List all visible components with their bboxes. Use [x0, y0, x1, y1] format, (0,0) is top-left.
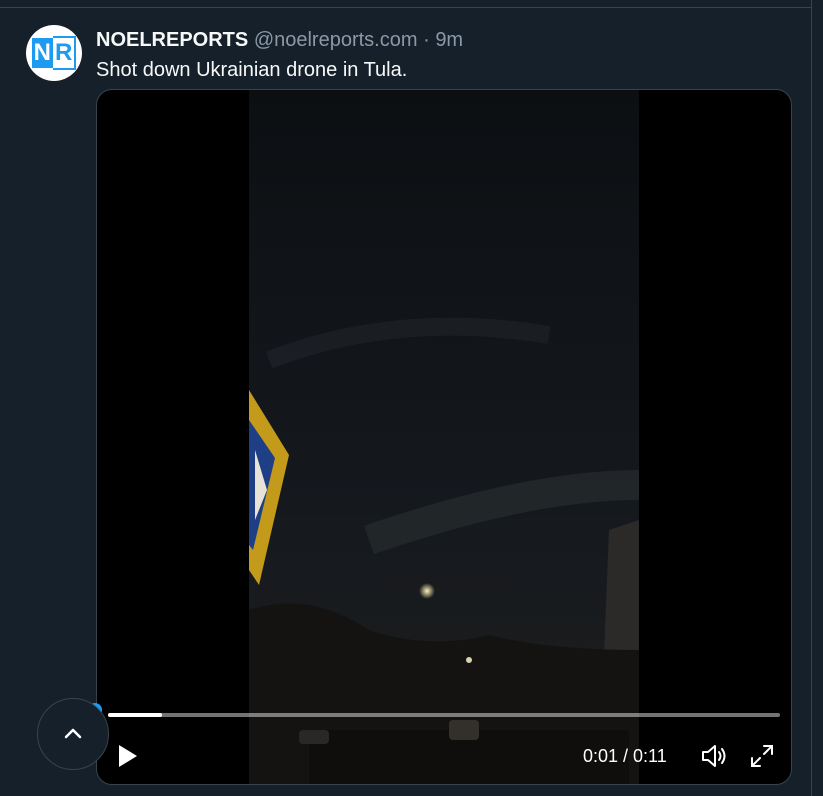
- video-frame-image: [249, 90, 639, 784]
- play-icon: [119, 745, 137, 767]
- progress-fill: [108, 713, 162, 717]
- fullscreen-icon: [751, 745, 773, 767]
- top-divider: [0, 0, 812, 8]
- post-time[interactable]: 9m: [435, 29, 463, 51]
- video-frame: [249, 90, 639, 784]
- author-name[interactable]: NOELREPORTS: [96, 29, 248, 51]
- play-button[interactable]: [113, 742, 141, 770]
- fullscreen-button[interactable]: [749, 743, 775, 769]
- avatar-logo-n: N: [31, 38, 53, 68]
- chevron-up-icon: [64, 728, 82, 739]
- tweet-text: Shot down Ukrainian drone in Tula.: [96, 59, 408, 81]
- avatar-logo-r: R: [53, 36, 77, 70]
- separator-dot: ·: [423, 29, 430, 51]
- progress-bar[interactable]: [108, 713, 780, 717]
- video-player[interactable]: 0:01 / 0:11: [96, 89, 792, 785]
- right-divider: [811, 0, 812, 796]
- avatar-logo: NR: [31, 36, 77, 70]
- volume-button[interactable]: [699, 742, 729, 770]
- video-time: 0:01 / 0:11: [583, 746, 667, 766]
- scroll-to-top-button[interactable]: [37, 698, 109, 770]
- avatar[interactable]: NR: [26, 25, 82, 81]
- tweet-header: NOELREPORTS @noelreports.com · 9m: [96, 28, 463, 52]
- volume-icon: [702, 745, 726, 767]
- author-handle[interactable]: @noelreports.com: [254, 29, 418, 51]
